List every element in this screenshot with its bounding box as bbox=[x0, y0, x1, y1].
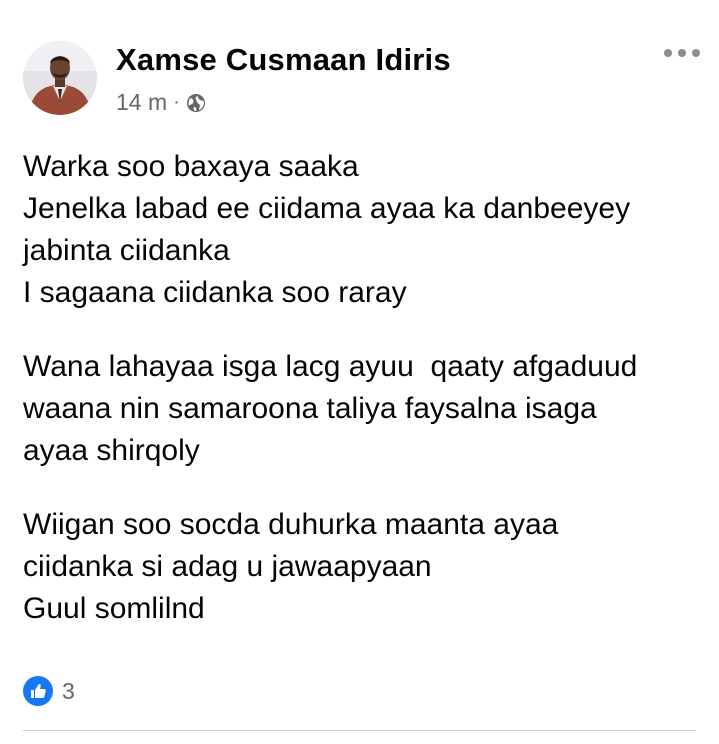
post-text: Warka soo baxaya saaka Jenelka labad ee … bbox=[23, 146, 703, 630]
more-dot bbox=[678, 49, 686, 57]
paragraph: Warka soo baxaya saaka Jenelka labad ee … bbox=[23, 146, 703, 314]
text-line: I sagaana ciidanka soo raray bbox=[23, 276, 407, 309]
facebook-post: Xamse Cusmaan Idiris 14 m · Warka soo ba… bbox=[0, 0, 719, 744]
globe-icon[interactable] bbox=[186, 92, 206, 112]
like-icon bbox=[23, 676, 53, 706]
author-name[interactable]: Xamse Cusmaan Idiris bbox=[116, 42, 451, 78]
text-line: Guul somlilnd bbox=[23, 592, 205, 625]
avatar-photo bbox=[23, 41, 97, 115]
text-line: Warka soo baxaya saaka bbox=[23, 150, 359, 183]
divider bbox=[23, 730, 696, 731]
text-line: Jenelka labad ee ciidama ayaa ka danbeey… bbox=[23, 192, 631, 225]
more-dot bbox=[692, 49, 700, 57]
text-line: Wana lahayaa isga lacg ayuu qaaty afgadu… bbox=[23, 350, 638, 383]
post-timestamp[interactable]: 14 m bbox=[116, 89, 167, 116]
paragraph: Wiigan soo socda duhurka maanta ayaa cii… bbox=[23, 504, 703, 630]
post-meta: 14 m · bbox=[116, 88, 206, 116]
reaction-count: 3 bbox=[62, 677, 75, 704]
more-options-icon[interactable] bbox=[664, 43, 700, 63]
avatar[interactable] bbox=[23, 41, 97, 115]
text-line: waana nin samaroona taliya faysalna isag… bbox=[23, 392, 597, 425]
text-line: jabinta ciidanka bbox=[23, 234, 230, 267]
text-line: ayaa shirqoly bbox=[23, 434, 200, 467]
text-line: Wiigan soo socda duhurka maanta ayaa bbox=[23, 508, 559, 541]
text-line: ciidanka si adag u jawaapyaan bbox=[23, 550, 432, 583]
reactions-summary[interactable]: 3 bbox=[23, 676, 75, 706]
meta-separator: · bbox=[173, 90, 180, 113]
more-dot bbox=[664, 49, 672, 57]
paragraph: Wana lahayaa isga lacg ayuu qaaty afgadu… bbox=[23, 346, 703, 472]
